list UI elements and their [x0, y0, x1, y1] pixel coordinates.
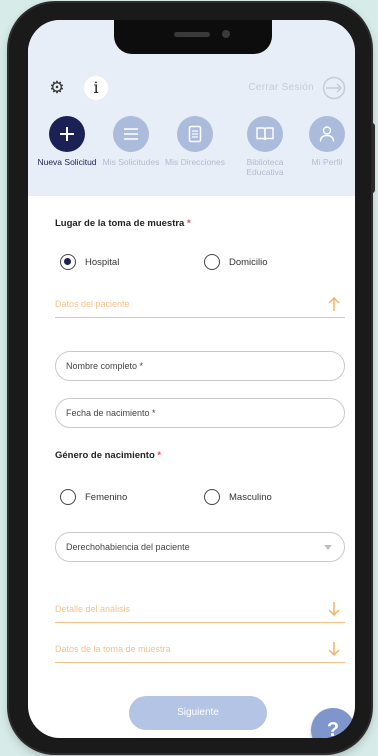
camera [222, 30, 230, 38]
radio-femenino[interactable]: Femenino [60, 489, 127, 505]
help-button[interactable]: ? [311, 708, 355, 738]
section-title: Datos de la toma de muestra [55, 644, 171, 654]
nav-item-biblioteca-educativa[interactable]: Biblioteca Educativa [232, 116, 298, 177]
nav-label: Mis Direcciones [165, 157, 225, 167]
section-title: Detalle del análisis [55, 604, 131, 614]
chevron-down-icon [324, 545, 332, 550]
nav-label: Nueva Solicitud [37, 157, 97, 167]
app-screen: ⚙ i Cerrar Sesión Nueva Solicitud Mis So… [28, 20, 355, 738]
logout-link[interactable]: Cerrar Sesión [248, 82, 314, 93]
radio-label: Domicilio [229, 256, 268, 268]
nav-item-nueva-solicitud[interactable]: Nueva Solicitud [34, 116, 100, 167]
gender-label: Género de nacimiento * [55, 450, 161, 461]
section-title: Datos del paciente [55, 299, 130, 309]
radio-domicilio[interactable]: Domicilio [204, 254, 268, 270]
next-button[interactable]: Siguiente [129, 696, 267, 730]
required-mark: * [157, 450, 162, 461]
top-bar: ⚙ i Cerrar Sesión [46, 76, 346, 102]
select-value: Derechohabiencia del paciente [66, 542, 190, 552]
gender-label-text: Género de nacimiento [55, 450, 155, 461]
analysis-section-header[interactable]: Detalle del análisis [55, 601, 345, 623]
location-radio-group: Hospital Domicilio [60, 254, 330, 272]
info-icon[interactable]: i [84, 76, 108, 100]
nav-label: Mis Solicitudes [102, 157, 160, 167]
nav-circle [309, 116, 345, 152]
main-nav: Nueva Solicitud Mis Solicitudes Mis Dire… [28, 116, 355, 196]
radio-hospital[interactable]: Hospital [60, 254, 119, 270]
arrow-down-icon[interactable] [327, 601, 341, 617]
user-icon [319, 126, 335, 142]
list-icon [124, 128, 138, 140]
required-mark: * [186, 218, 191, 229]
nav-item-mis-direcciones[interactable]: Mis Direcciones [162, 116, 228, 167]
nav-circle [113, 116, 149, 152]
patient-section-header[interactable]: Datos del paciente [55, 296, 345, 318]
request-form: Lugar de la toma de muestra * Hospital D… [28, 196, 355, 738]
nav-circle [177, 116, 213, 152]
radio-label: Masculino [229, 491, 272, 503]
nav-label: Mi Perfil [311, 157, 343, 167]
location-label-text: Lugar de la toma de muestra [55, 218, 185, 229]
nav-circle [49, 116, 85, 152]
gender-radio-group: Femenino Masculino [60, 489, 330, 507]
radio-label: Femenino [85, 491, 128, 503]
logout-arrow-icon[interactable] [322, 76, 346, 100]
gear-icon[interactable]: ⚙ [48, 79, 66, 97]
nav-circle [247, 116, 283, 152]
nav-item-mi-perfil[interactable]: Mi Perfil [294, 116, 355, 167]
arrow-down-icon[interactable] [327, 641, 341, 657]
radio-dot[interactable] [60, 489, 76, 505]
radio-label: Hospital [85, 256, 120, 268]
insurance-select[interactable]: Derechohabiencia del paciente [55, 532, 345, 562]
sampling-section-header[interactable]: Datos de la toma de muestra [55, 641, 345, 663]
book-icon [256, 127, 274, 141]
arrow-up-icon[interactable] [327, 296, 341, 312]
birthdate-field[interactable]: Fecha de nacimiento * [55, 398, 345, 428]
phone-notch [114, 20, 272, 54]
nav-item-mis-solicitudes[interactable]: Mis Solicitudes [98, 116, 164, 167]
plus-icon [60, 127, 74, 141]
radio-masculino[interactable]: Masculino [204, 489, 272, 505]
notebook-icon [188, 125, 202, 143]
nav-label: Biblioteca Educativa [246, 157, 284, 177]
location-label: Lugar de la toma de muestra * [55, 218, 191, 229]
fullname-field[interactable]: Nombre completo * [55, 351, 345, 381]
radio-dot[interactable] [204, 489, 220, 505]
radio-dot[interactable] [60, 254, 76, 270]
speaker [174, 32, 210, 37]
phone-frame: ⚙ i Cerrar Sesión Nueva Solicitud Mis So… [9, 3, 375, 753]
radio-dot[interactable] [204, 254, 220, 270]
